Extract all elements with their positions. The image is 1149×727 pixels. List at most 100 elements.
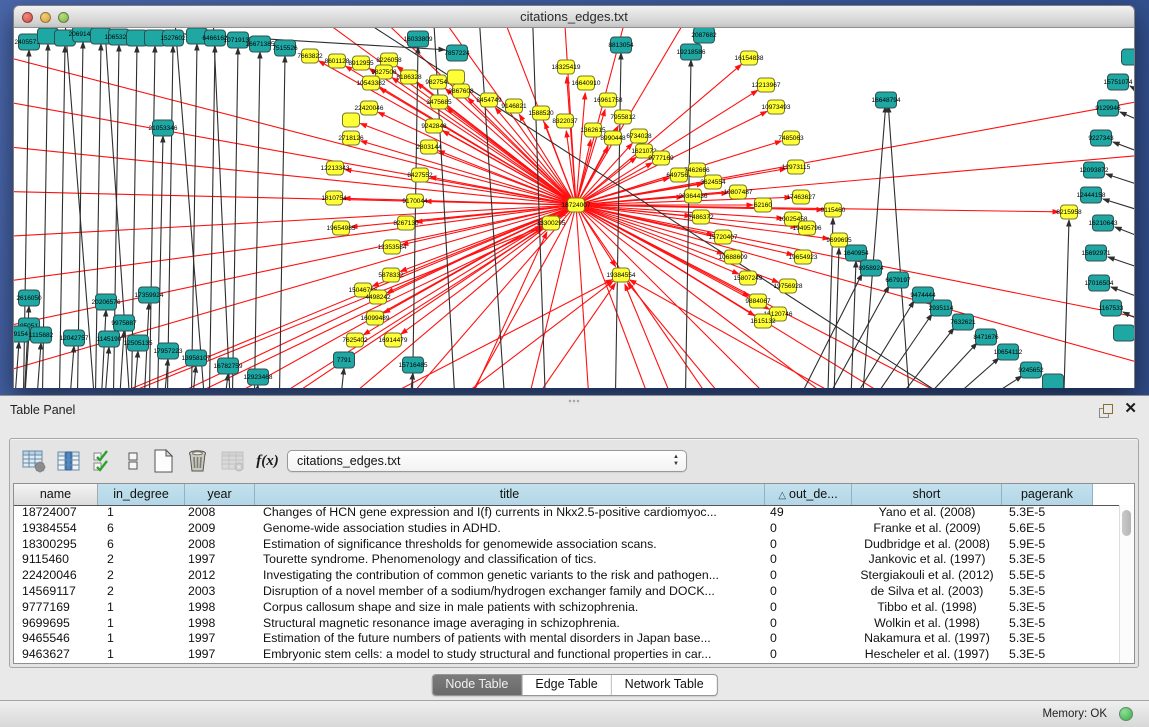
graph-node[interactable]: 15716485 bbox=[399, 357, 428, 373]
table-row[interactable]: 1456911722003Disruption of a novel membe… bbox=[14, 584, 1120, 600]
table-row[interactable]: 946554611997Estimation of the future num… bbox=[14, 631, 1120, 647]
table-row[interactable]: 2242004622012Investigating the contribut… bbox=[14, 568, 1120, 584]
graph-node[interactable]: 7625402 bbox=[342, 333, 368, 347]
graph-node[interactable]: 21053346 bbox=[149, 120, 178, 136]
table-row[interactable]: 1830029562008Estimation of significance … bbox=[14, 537, 1120, 553]
select-rows-icon[interactable] bbox=[90, 448, 117, 475]
graph-node[interactable]: 13958107 bbox=[182, 350, 211, 366]
graph-node[interactable] bbox=[1122, 49, 1135, 65]
graph-node[interactable]: 16099489 bbox=[361, 311, 390, 325]
graph-node[interactable]: 6679197 bbox=[885, 272, 911, 288]
graph-node[interactable] bbox=[1114, 325, 1135, 341]
graph-node[interactable]: 12505135 bbox=[124, 335, 153, 351]
column-header-year[interactable]: year bbox=[185, 484, 255, 505]
graph-node[interactable]: 16782759 bbox=[214, 358, 243, 374]
column-header-title[interactable]: title bbox=[255, 484, 765, 505]
graph-node[interactable]: 8813054 bbox=[608, 37, 634, 53]
graph-node[interactable]: 10807487 bbox=[724, 185, 753, 199]
graph-node[interactable]: 16154838 bbox=[735, 51, 764, 65]
graph-node[interactable]: 9884067 bbox=[745, 294, 771, 308]
graph-node[interactable]: 12213967 bbox=[752, 78, 781, 92]
table-settings-icon[interactable] bbox=[20, 448, 47, 475]
graph-node[interactable]: 12444158 bbox=[1077, 187, 1106, 203]
graph-node[interactable]: 18325419 bbox=[552, 60, 581, 74]
graph-node[interactable]: 8322037 bbox=[552, 114, 578, 128]
graph-node[interactable]: 7485063 bbox=[778, 131, 804, 145]
table-row[interactable]: 911546021997Tourette syndrome. Phenomeno… bbox=[14, 552, 1120, 568]
graph-node[interactable]: 6734028 bbox=[626, 129, 652, 143]
graph-node[interactable]: 1810754 bbox=[321, 191, 347, 205]
table-row[interactable]: 1872400712008Changes of HCN gene express… bbox=[14, 505, 1120, 521]
graph-node[interactable]: 12042757 bbox=[60, 330, 89, 346]
tab-node-table[interactable]: Node Table bbox=[432, 675, 521, 695]
graph-node[interactable]: 1115682 bbox=[29, 327, 54, 343]
graph-node[interactable] bbox=[448, 70, 465, 84]
graph-node[interactable]: 16210643 bbox=[1089, 215, 1118, 231]
graph-node[interactable]: 7955812 bbox=[610, 110, 636, 124]
graph-node[interactable]: 1527602 bbox=[160, 30, 186, 46]
scrollbar-thumb[interactable] bbox=[1122, 510, 1131, 536]
graph-node[interactable]: 7486372 bbox=[688, 210, 714, 224]
graph-node[interactable]: 1640954 bbox=[843, 245, 869, 261]
graph-node[interactable]: 7515526 bbox=[272, 40, 298, 56]
graph-node[interactable]: 8912955 bbox=[348, 56, 374, 70]
graph-node[interactable]: 19218586 bbox=[677, 44, 706, 60]
graph-node[interactable]: 8958924 bbox=[858, 260, 884, 276]
graph-node[interactable]: 1145190 bbox=[97, 331, 122, 347]
function-builder-icon[interactable]: f(x) bbox=[254, 448, 281, 475]
graph-node[interactable]: 17359924 bbox=[135, 287, 164, 303]
graph-node[interactable]: 2718126 bbox=[338, 131, 364, 145]
graph-node[interactable]: 7791 bbox=[334, 352, 355, 368]
graph-node[interactable]: 16671385 bbox=[246, 36, 275, 52]
graph-node[interactable]: 16033809 bbox=[404, 31, 433, 47]
graph-node[interactable]: 39154 bbox=[14, 326, 30, 342]
float-panel-icon[interactable] bbox=[1099, 404, 1113, 417]
table-row[interactable]: 977716911998Corpus callosum shape and si… bbox=[14, 600, 1120, 616]
graph-node[interactable]: 17016504 bbox=[1085, 275, 1114, 291]
graph-node[interactable]: 9129946 bbox=[1095, 100, 1121, 116]
graph-node[interactable]: 2087682 bbox=[691, 28, 717, 43]
graph-node[interactable]: 5878332 bbox=[378, 268, 404, 282]
select-column-icon[interactable] bbox=[55, 448, 82, 475]
column-header-name[interactable]: name bbox=[14, 484, 98, 505]
graph-node[interactable]: 8454749 bbox=[476, 93, 502, 107]
graph-node[interactable]: 8215958 bbox=[1056, 205, 1082, 219]
column-header-pagerank[interactable]: pagerank bbox=[1002, 484, 1093, 505]
new-table-icon[interactable] bbox=[149, 448, 176, 475]
table-row[interactable]: 969969511998Structural magnetic resonanc… bbox=[14, 616, 1120, 632]
graph-node[interactable]: 62160 bbox=[754, 198, 772, 212]
graph-node[interactable]: 19756928 bbox=[774, 279, 803, 293]
network-canvas[interactable]: 2405571420691406106532571527602646616210… bbox=[13, 28, 1135, 388]
graph-node[interactable]: 7857224 bbox=[444, 45, 470, 61]
column-header-indegree[interactable]: in_degree bbox=[98, 484, 185, 505]
graph-node[interactable]: 8471676 bbox=[973, 329, 999, 345]
graph-node[interactable]: 2803144 bbox=[416, 140, 442, 154]
graph-node[interactable]: 2616050 bbox=[16, 290, 42, 306]
graph-node[interactable]: 2935114 bbox=[929, 300, 954, 316]
graph-node[interactable]: 8990448 bbox=[600, 131, 626, 145]
graph-node[interactable]: 8427552 bbox=[407, 168, 433, 182]
graph-node[interactable]: 9245652 bbox=[1018, 362, 1044, 378]
graph-node[interactable] bbox=[343, 113, 360, 127]
graph-node[interactable]: 9115460 bbox=[821, 203, 846, 217]
graph-node[interactable]: 9227343 bbox=[1088, 130, 1114, 146]
graph-node[interactable]: 16648794 bbox=[872, 92, 901, 108]
graph-node[interactable]: 17463627 bbox=[787, 190, 816, 204]
graph-node[interactable]: 12923468 bbox=[244, 369, 273, 385]
column-header-short[interactable]: short bbox=[852, 484, 1002, 505]
delete-table-icon[interactable] bbox=[184, 448, 211, 475]
tab-network-table[interactable]: Network Table bbox=[611, 675, 717, 695]
close-panel-icon[interactable]: ✕ bbox=[1124, 401, 1137, 417]
graph-node[interactable]: 9975887 bbox=[111, 315, 137, 331]
graph-node[interactable]: 1588520 bbox=[528, 106, 554, 120]
graph-node[interactable]: 10654112 bbox=[994, 344, 1023, 360]
graph-node[interactable]: 2867608 bbox=[448, 84, 474, 98]
graph-node[interactable]: 7632621 bbox=[950, 314, 976, 330]
graph-node[interactable]: 19654985 bbox=[327, 221, 356, 235]
graph-node[interactable]: 8186328 bbox=[396, 70, 422, 84]
graph-node[interactable]: 16640910 bbox=[572, 76, 601, 90]
graph-node[interactable]: 3624554 bbox=[700, 175, 726, 189]
graph-node[interactable]: 9777169 bbox=[648, 151, 674, 165]
memory-status-indicator[interactable] bbox=[1119, 707, 1133, 721]
table-selector-dropdown[interactable]: citations_edges.txt ▲▼ bbox=[287, 450, 687, 472]
